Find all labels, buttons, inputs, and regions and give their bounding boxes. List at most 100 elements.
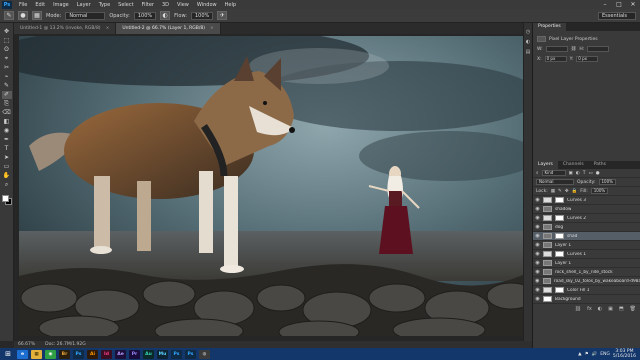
layer-row[interactable]: ◉ shadow: [533, 205, 640, 214]
height-field[interactable]: [587, 46, 610, 52]
menu-file[interactable]: File: [15, 2, 31, 8]
opacity-field[interactable]: 100%: [133, 11, 157, 20]
document-canvas[interactable]: [19, 36, 529, 336]
tab-untitled-1[interactable]: Untitled-1 @ 13.2% (invoke, RGB/8) ×: [14, 23, 117, 34]
layer-row[interactable]: ◉ Curves 3: [533, 196, 640, 205]
tray-expand-icon[interactable]: ▲: [578, 352, 581, 357]
taskbar-premiere-icon[interactable]: Pr: [129, 349, 140, 359]
taskbar-bridge-icon[interactable]: Br: [59, 349, 70, 359]
blend-mode-select[interactable]: Normal: [536, 179, 574, 185]
visibility-eye-icon[interactable]: ◉: [535, 296, 540, 302]
layer-fill-field[interactable]: 100%: [590, 188, 609, 194]
flow-field[interactable]: 100%: [191, 11, 214, 20]
menu-image[interactable]: Image: [49, 2, 73, 8]
lock-paint-icon[interactable]: ✎: [558, 189, 562, 194]
visibility-eye-icon[interactable]: ◉: [535, 278, 540, 284]
taskbar-audition-icon[interactable]: Au: [143, 349, 154, 359]
history-icon[interactable]: ◷: [526, 29, 530, 35]
filter-shape-icon[interactable]: ▭: [588, 171, 592, 176]
brush-panel-icon[interactable]: ▦: [32, 11, 42, 20]
taskbar-explorer-icon[interactable]: ▦: [31, 349, 42, 359]
menu-type[interactable]: Type: [95, 2, 114, 8]
clone-stamp-tool-icon[interactable]: ⎘: [2, 100, 12, 108]
visibility-eye-icon[interactable]: ◉: [535, 206, 540, 212]
libraries-icon[interactable]: ▤: [526, 49, 531, 55]
tab-properties[interactable]: Properties: [533, 23, 566, 31]
tab-channels[interactable]: Channels: [558, 161, 589, 169]
workspace-select[interactable]: Essentials: [598, 11, 636, 20]
menu-layer[interactable]: Layer: [73, 2, 95, 8]
system-clock[interactable]: 3:03 PM 5/16/2016: [613, 349, 636, 359]
filter-adjustment-icon[interactable]: ◐: [576, 171, 580, 176]
visibility-eye-icon[interactable]: ◉: [535, 233, 540, 239]
menu-window[interactable]: Window: [193, 2, 221, 8]
layer-row[interactable]: ◉ dog: [533, 223, 640, 232]
visibility-eye-icon[interactable]: ◉: [535, 197, 540, 203]
layer-row[interactable]: ◉ Layer 1: [533, 241, 640, 250]
visibility-eye-icon[interactable]: ◉: [535, 251, 540, 257]
move-tool-icon[interactable]: ✥: [2, 28, 12, 36]
eyedropper-tool-icon[interactable]: ⌁: [2, 73, 12, 81]
layer-row[interactable]: ◉ Curves 1: [533, 250, 640, 259]
close-icon[interactable]: ✕: [626, 1, 640, 8]
taskbar-photoshop-icon[interactable]: Ps: [171, 349, 182, 359]
lasso-tool-icon[interactable]: ʘ: [2, 46, 12, 54]
brush-tool-icon[interactable]: ✐: [1, 91, 12, 99]
adjustments-icon[interactable]: ◐: [526, 39, 530, 45]
filter-pixel-icon[interactable]: ▣: [569, 171, 573, 176]
foreground-color-swatch[interactable]: [1, 195, 9, 202]
pressure-opacity-icon[interactable]: ◐: [160, 11, 171, 20]
taskbar-ie-icon[interactable]: e: [17, 349, 28, 359]
layer-style-icon[interactable]: fx: [587, 306, 592, 312]
minimize-icon[interactable]: –: [598, 1, 612, 8]
taskbar-indesign-icon[interactable]: Id: [101, 349, 112, 359]
close-tab-icon[interactable]: ×: [210, 26, 214, 31]
layer-row[interactable]: ◉ road_sky_02_tolos_by_wakeaboard-d98abaz: [533, 277, 640, 286]
taskbar-photoshop-icon[interactable]: Ps: [185, 349, 196, 359]
new-adjustment-icon[interactable]: ▣: [608, 306, 613, 312]
link-layers-icon[interactable]: ⛓: [575, 306, 581, 312]
visibility-eye-icon[interactable]: ◉: [535, 287, 540, 293]
layer-row-selected[interactable]: ◉ shad: [533, 232, 640, 241]
layer-row[interactable]: ◉ Background: [533, 295, 640, 304]
menu-edit[interactable]: Edit: [31, 2, 49, 8]
maximize-icon[interactable]: □: [612, 1, 626, 8]
gradient-tool-icon[interactable]: ◧: [2, 118, 12, 126]
layer-row[interactable]: ◉ Color Fill 1: [533, 286, 640, 295]
layer-row[interactable]: ◉ rock_shell_1_by_ride_stock: [533, 268, 640, 277]
volume-icon[interactable]: 🔊: [592, 352, 598, 357]
eraser-tool-icon[interactable]: ⌫: [2, 109, 12, 117]
layer-row[interactable]: ◉ Layer 1: [533, 259, 640, 268]
new-layer-icon[interactable]: ⬒: [619, 306, 624, 312]
visibility-eye-icon[interactable]: ◉: [535, 215, 540, 221]
layer-opacity-field[interactable]: 100%: [598, 179, 616, 185]
menu-filter[interactable]: Filter: [138, 2, 158, 8]
path-select-tool-icon[interactable]: ➤: [2, 154, 12, 162]
filter-type-icon[interactable]: T: [583, 171, 586, 176]
airbrush-icon[interactable]: ✈: [217, 11, 228, 20]
menu-select[interactable]: Select: [114, 2, 137, 8]
menu-view[interactable]: View: [173, 2, 193, 8]
brush-preset-icon[interactable]: ●: [18, 11, 28, 20]
filter-toggle-icon[interactable]: ●: [596, 171, 600, 176]
zoom-tool-icon[interactable]: ⌕: [2, 181, 12, 189]
visibility-eye-icon[interactable]: ◉: [535, 260, 540, 266]
pen-tool-icon[interactable]: ✒: [2, 136, 12, 144]
visibility-eye-icon[interactable]: ◉: [535, 242, 540, 248]
shape-tool-icon[interactable]: ▭: [2, 163, 12, 171]
taskbar-illustrator-icon[interactable]: Ai: [87, 349, 98, 359]
taskbar-aftereffects-icon[interactable]: Ae: [115, 349, 126, 359]
menu-help[interactable]: Help: [221, 2, 240, 8]
taskbar-photoshop-icon[interactable]: Ps: [73, 349, 84, 359]
quick-select-tool-icon[interactable]: ⌖: [2, 55, 12, 63]
color-swatches[interactable]: [1, 194, 13, 206]
healing-tool-icon[interactable]: ✎: [2, 82, 12, 90]
type-tool-icon[interactable]: T: [2, 145, 12, 153]
brush-tool-icon[interactable]: ✎: [4, 11, 14, 20]
add-mask-icon[interactable]: ◐: [598, 306, 602, 312]
x-field[interactable]: 0 px: [544, 56, 567, 62]
close-tab-icon[interactable]: ×: [106, 26, 110, 31]
language-indicator[interactable]: ENG: [600, 352, 610, 357]
mode-select[interactable]: Normal: [65, 11, 106, 20]
tray-flag-icon[interactable]: ⚑: [585, 352, 589, 357]
